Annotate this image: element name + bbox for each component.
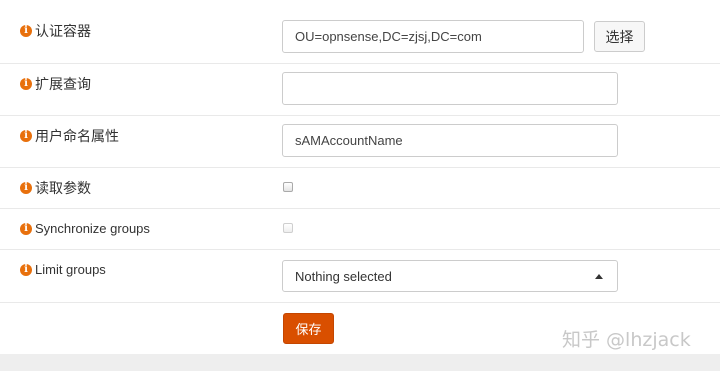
auth-container-label-text: 认证容器 [35, 23, 91, 39]
user-naming-attribute-label: i 用户命名属性 [20, 126, 119, 146]
user-naming-attribute-label-text: 用户命名属性 [35, 128, 119, 144]
caret-up-icon [595, 273, 603, 279]
user-naming-attribute-row: i 用户命名属性 sAMAccountName [0, 116, 720, 168]
extended-query-label: i 扩展查询 [20, 74, 91, 94]
read-properties-row: i 读取参数 [0, 168, 720, 209]
info-icon[interactable]: i [20, 130, 32, 142]
synchronize-groups-checkbox[interactable] [283, 223, 293, 233]
read-properties-label-text: 读取参数 [35, 180, 91, 196]
limit-groups-label: i Limit groups [20, 262, 106, 277]
save-button[interactable]: 保存 [283, 313, 334, 344]
auth-container-row: i 认证容器 OU=opnsense,DC=zjsj,DC=com 选择 [0, 0, 720, 64]
user-naming-attribute-input[interactable]: sAMAccountName [282, 124, 618, 157]
synchronize-groups-label-text: Synchronize groups [35, 221, 150, 236]
extended-query-label-text: 扩展查询 [35, 76, 91, 92]
extended-query-row: i 扩展查询 [0, 64, 720, 116]
limit-groups-dropdown[interactable]: Nothing selected [282, 260, 618, 292]
select-button[interactable]: 选择 [594, 21, 645, 52]
read-properties-checkbox[interactable] [283, 182, 293, 192]
synchronize-groups-label: i Synchronize groups [20, 221, 150, 236]
auth-container-input[interactable]: OU=opnsense,DC=zjsj,DC=com [282, 20, 584, 53]
info-icon[interactable]: i [20, 78, 32, 90]
watermark: 知乎 @lhzjack [562, 329, 691, 351]
auth-container-label: i 认证容器 [20, 21, 91, 41]
read-properties-label: i 读取参数 [20, 178, 91, 198]
auth-container-value: OU=opnsense,DC=zjsj,DC=com [295, 29, 482, 44]
info-icon[interactable]: i [20, 263, 32, 276]
footer-band [0, 354, 720, 371]
info-icon[interactable]: i [20, 222, 32, 235]
info-icon[interactable]: i [20, 25, 32, 37]
limit-groups-selected: Nothing selected [295, 268, 392, 284]
limit-groups-label-text: Limit groups [35, 262, 106, 277]
synchronize-groups-row: i Synchronize groups [0, 209, 720, 250]
extended-query-input[interactable] [282, 72, 618, 105]
info-icon[interactable]: i [20, 182, 32, 194]
user-naming-attribute-value: sAMAccountName [295, 133, 403, 148]
